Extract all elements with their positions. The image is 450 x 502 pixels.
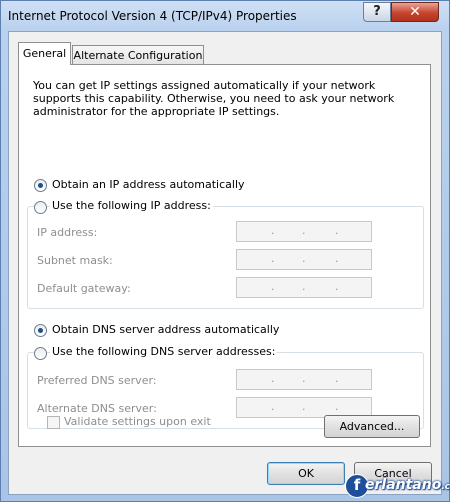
ip-address-label: IP address:: [37, 226, 98, 239]
subnet-mask-label: Subnet mask:: [37, 254, 113, 267]
ok-button[interactable]: OK: [267, 462, 345, 485]
preferred-dns-input[interactable]: ...: [236, 369, 372, 390]
close-icon: ✕: [409, 4, 421, 20]
description-text: You can get IP settings assigned automat…: [33, 79, 395, 118]
use-following-dns-label[interactable]: Use the following DNS server addresses:: [50, 345, 278, 358]
dialog-client-area: General Alternate Configuration You can …: [8, 31, 442, 495]
subnet-mask-input[interactable]: ...: [236, 249, 372, 270]
help-button[interactable]: ?: [363, 2, 391, 22]
watermark-text: erlantano.com: [365, 477, 450, 493]
ip-address-input[interactable]: ...: [236, 221, 372, 242]
obtain-ip-auto-label[interactable]: Obtain an IP address automatically: [52, 178, 245, 191]
obtain-ip-auto-radio[interactable]: [34, 179, 47, 192]
properties-dialog: Internet Protocol Version 4 (TCP/IPv4) P…: [0, 0, 450, 502]
default-gateway-input[interactable]: ...: [236, 277, 372, 298]
advanced-button[interactable]: Advanced...: [324, 415, 420, 438]
validate-settings-checkbox[interactable]: [47, 416, 60, 429]
obtain-dns-auto-label[interactable]: Obtain DNS server address automatically: [52, 323, 279, 336]
close-button[interactable]: ✕: [391, 2, 439, 22]
general-tab-panel: You can get IP settings assigned automat…: [18, 64, 431, 447]
preferred-dns-label: Preferred DNS server:: [37, 374, 157, 387]
default-gateway-label: Default gateway:: [37, 282, 131, 295]
site-watermark: f erlantano.com: [345, 474, 450, 498]
validate-settings-label[interactable]: Validate settings upon exit: [64, 415, 211, 428]
alternate-dns-label: Alternate DNS server:: [37, 402, 157, 415]
tab-alternate-configuration[interactable]: Alternate Configuration: [72, 45, 204, 65]
window-title: Internet Protocol Version 4 (TCP/IPv4) P…: [8, 9, 297, 23]
obtain-dns-auto-radio[interactable]: [34, 324, 47, 337]
title-bar[interactable]: Internet Protocol Version 4 (TCP/IPv4) P…: [1, 1, 449, 31]
use-following-dns-radio[interactable]: [34, 347, 47, 360]
tab-general[interactable]: General: [18, 42, 71, 65]
use-following-ip-radio[interactable]: [34, 201, 47, 214]
use-following-ip-label[interactable]: Use the following IP address:: [50, 199, 213, 212]
